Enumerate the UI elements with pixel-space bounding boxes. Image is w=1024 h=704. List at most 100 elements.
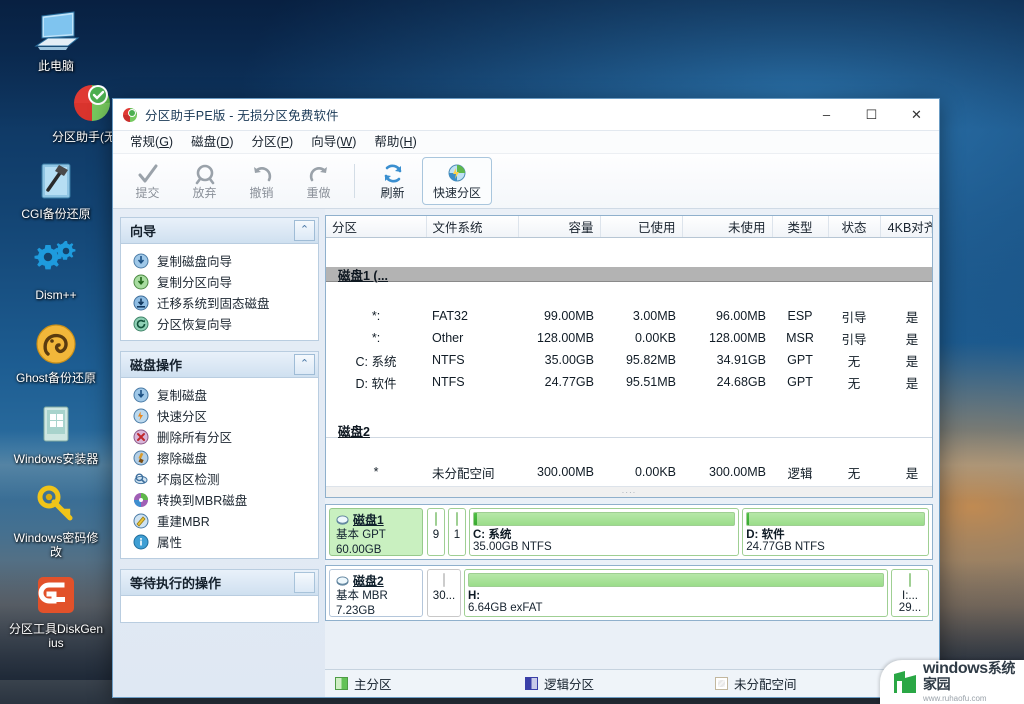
panel-title: 磁盘操作 (130, 358, 183, 373)
table-row[interactable]: *: Other 128.00MB 0.00KB 128.00MB MSR 引导… (326, 327, 932, 349)
disk-group-header-row: 磁盘1 (... (326, 259, 932, 283)
desktop-icon-ghost-backup[interactable]: Ghost备份还原 (6, 320, 106, 385)
panel-pending-operations: 等待执行的操作 (120, 569, 319, 623)
window-titlebar[interactable]: 分区助手PE版 - 无损分区免费软件 – ☐ ✕ (113, 99, 939, 131)
cell-type: ESP (787, 309, 813, 323)
sidebar-item-rebuild-mbr[interactable]: 重建MBR (123, 510, 316, 531)
partition-label: D: 软件 (746, 529, 785, 541)
sidebar-item-quick-partition[interactable]: 快速分区 (123, 405, 316, 426)
disk-map-partition[interactable]: 1 (448, 508, 466, 556)
disk-map-partition[interactable]: D: 软件 24.77GB NTFS (742, 508, 929, 556)
desktop-icon-cgi-backup[interactable]: CGI备份还原 (6, 156, 106, 221)
sidebar-item-label: 迁移系统到固态磁盘 (157, 297, 270, 311)
partition-detail: 6.64GB exFAT (468, 602, 543, 613)
disk-map-partition[interactable]: H: 6.64GB exFAT (464, 569, 888, 617)
panel-disk-operations-header[interactable]: 磁盘操作 ⌃ (121, 352, 318, 378)
col-capacity[interactable]: 容量 (518, 216, 601, 238)
cell-used: 95.51MB (625, 375, 676, 389)
disk-map-partition[interactable]: 9 (427, 508, 445, 556)
close-button[interactable]: ✕ (894, 99, 939, 131)
menu-help[interactable]: 帮助(H) (365, 131, 425, 154)
desktop-icon-label: 分区工具DiskGenius (9, 622, 104, 650)
horizontal-scrollbar[interactable]: ···· (326, 486, 932, 497)
cell-type: GPT (787, 353, 813, 367)
disk-map-header[interactable]: 磁盘2 基本 MBR 7.23GB (329, 569, 423, 617)
toolbar-quick-partition-button[interactable]: 快速分区 (422, 157, 492, 205)
minimize-button[interactable]: – (804, 99, 849, 131)
sidebar-item-label: 坏扇区检测 (157, 473, 220, 487)
disk-map-header[interactable]: 磁盘1 基本 GPT 60.00GB (329, 508, 423, 556)
toolbar-refresh-button[interactable]: 刷新 (365, 157, 420, 205)
toolbar-discard-button[interactable]: 放弃 (177, 157, 232, 205)
panel-pending-operations-header[interactable]: 等待执行的操作 (121, 570, 318, 596)
menu-wizard[interactable]: 向导(W) (302, 131, 365, 154)
col-filesystem[interactable]: 文件系统 (426, 216, 519, 238)
disk-map-partition[interactable]: I:... 29... (891, 569, 929, 617)
disk-group-header[interactable]: 磁盘1 (... (326, 267, 932, 283)
toolbar-redo-button[interactable]: 重做 (291, 157, 346, 205)
disk-scheme: 基本 GPT (336, 529, 386, 541)
table-row[interactable]: *: FAT32 99.00MB 3.00MB 96.00MB ESP 引导 是 (326, 305, 932, 327)
sidebar-item-wipe-disk[interactable]: 擦除磁盘 (123, 447, 316, 468)
toolbar-label: 刷新 (380, 186, 405, 200)
sidebar-item-bad-sector-check[interactable]: 坏扇区检测 (123, 468, 316, 489)
desktop-icon-this-pc[interactable]: 此电脑 (6, 8, 106, 73)
cell-aligned: 是 (905, 310, 919, 325)
col-used[interactable]: 已使用 (600, 216, 683, 238)
desktop-icon-label: CGI备份还原 (21, 207, 91, 221)
cell-filesystem: 未分配空间 (432, 466, 495, 481)
cell-capacity: 300.00MB (537, 465, 594, 479)
cell-capacity: 128.00MB (537, 331, 594, 345)
menu-partition[interactable]: 分区(P) (242, 131, 302, 154)
toolbar-undo-button[interactable]: 撤销 (234, 157, 289, 205)
cell-filesystem: NTFS (432, 353, 465, 367)
desktop-icon-diskgenius[interactable]: 分区工具DiskGenius (6, 571, 106, 650)
cell-partition: *: (371, 309, 381, 323)
menu-general[interactable]: 常规(G) (121, 131, 182, 154)
sidebar-item-migrate-os-to-ssd[interactable]: 迁移系统到固态磁盘 (123, 292, 316, 313)
disk-map-disk1[interactable]: 磁盘1 基本 GPT 60.00GB 9 1 C: 系统 35.00GB NTF… (325, 504, 933, 560)
chevron-up-icon[interactable]: ⌃ (294, 354, 315, 375)
disk-map-partition[interactable]: 30... (427, 569, 461, 617)
panel-wizard-header[interactable]: 向导 ⌃ (121, 218, 318, 244)
discard-icon (195, 164, 214, 185)
sidebar-item-copy-partition-wizard[interactable]: 复制分区向导 (123, 271, 316, 292)
disk-map-partition[interactable]: C: 系统 35.00GB NTFS (469, 508, 740, 556)
col-status[interactable]: 状态 (828, 216, 881, 238)
cell-status: 无 (847, 376, 861, 391)
sidebar-item-copy-disk-wizard[interactable]: 复制磁盘向导 (123, 250, 316, 271)
table-row[interactable]: D: 软件 NTFS 24.77GB 95.51MB 24.68GB GPT 无… (326, 371, 932, 393)
migrate-os-icon (133, 295, 149, 310)
sidebar-item-partition-recovery-wizard[interactable]: 分区恢复向导 (123, 313, 316, 334)
sidebar-item-label: 删除所有分区 (157, 431, 233, 445)
chevron-up-icon[interactable] (294, 572, 315, 593)
disk-map-disk2[interactable]: 磁盘2 基本 MBR 7.23GB 30... H: 6.64GB exFAT … (325, 565, 933, 621)
maximize-button[interactable]: ☐ (849, 99, 894, 131)
col-unused[interactable]: 未使用 (682, 216, 773, 238)
partition-label: H: (468, 590, 481, 602)
check-icon (138, 164, 157, 183)
disk-group-header[interactable]: 磁盘2 (326, 423, 932, 439)
menu-disk[interactable]: 磁盘(D) (182, 131, 242, 154)
legend-swatch-primary (335, 677, 348, 690)
col-type[interactable]: 类型 (772, 216, 829, 238)
table-row[interactable]: * 未分配空间 300.00MB 0.00KB 300.00MB 逻辑 无 是 (326, 461, 932, 483)
copy-partition-icon (133, 274, 149, 289)
cell-used: 95.82MB (625, 353, 676, 367)
desktop-icon-windows-password[interactable]: Windows密码修改 (6, 480, 106, 559)
sidebar-item-delete-all-partitions[interactable]: 删除所有分区 (123, 426, 316, 447)
sidebar-item-convert-to-mbr[interactable]: 转换到MBR磁盘 (123, 489, 316, 510)
table-row[interactable]: C: 系统 NTFS 35.00GB 95.82MB 34.91GB GPT 无… (326, 349, 932, 371)
desktop-icon-dism[interactable]: Dism++ (6, 237, 106, 302)
disk-map-partitions: 30... H: 6.64GB exFAT I:... 29... (427, 569, 929, 617)
desktop-icon-windows-installer[interactable]: Windows安装器 (6, 401, 106, 466)
chevron-up-icon[interactable]: ⌃ (294, 220, 315, 241)
col-partition[interactable]: 分区 (326, 216, 427, 238)
toolbar-commit-button[interactable]: 提交 (120, 157, 175, 205)
sidebar-item-properties[interactable]: 属性 (123, 531, 316, 552)
col-4kb-aligned[interactable]: 4KB对齐 (880, 216, 932, 238)
toolbar-label: 放弃 (192, 186, 217, 200)
sidebar-item-copy-disk[interactable]: 复制磁盘 (123, 384, 316, 405)
toolbar-separator (354, 164, 355, 198)
desktop-icon-label: 此电脑 (37, 59, 74, 73)
